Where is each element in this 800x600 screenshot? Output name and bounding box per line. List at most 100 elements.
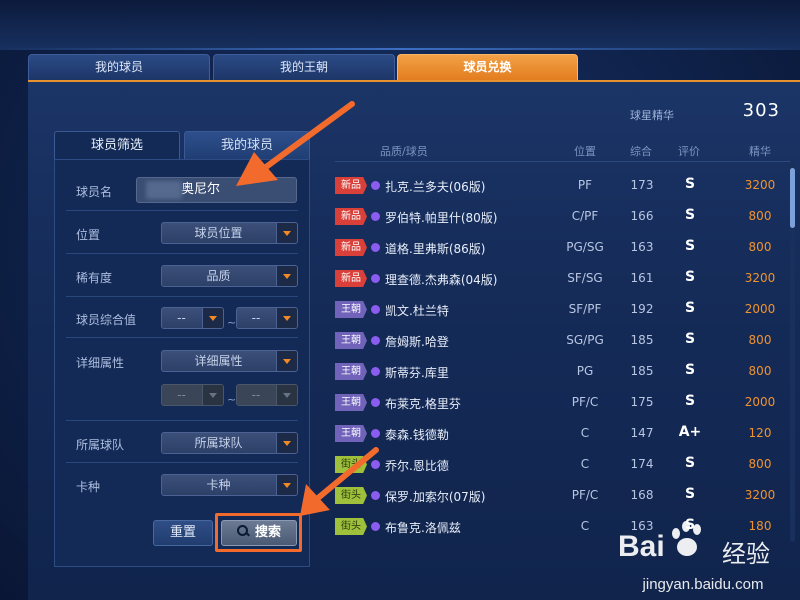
search-button[interactable]: 搜索 <box>221 520 297 546</box>
player-essence: 3200 <box>744 488 776 502</box>
player-position: PG/SG <box>566 240 604 254</box>
chevron-down-icon[interactable] <box>276 308 297 328</box>
player-grade: S <box>684 486 696 502</box>
detail-max-select[interactable]: -- <box>236 384 298 406</box>
rarity-badge: 新品 <box>335 208 367 225</box>
table-row[interactable]: 王朝 布莱克.格里芬 PF/C 175 S 2000 <box>335 387 790 418</box>
player-essence: 800 <box>748 457 772 471</box>
player-essence: 3200 <box>744 271 776 285</box>
rarity-badge: 新品 <box>335 239 367 256</box>
quality-dot-icon <box>371 429 380 438</box>
quality-dot-icon <box>371 181 380 190</box>
tab-my-players[interactable]: 我的球员 <box>28 54 210 80</box>
table-row[interactable]: 新品 理查德.杰弗森(04版) SF/SG 161 S 3200 <box>335 263 790 294</box>
player-overall: 174 <box>630 457 654 471</box>
player-grade: S <box>684 331 696 347</box>
chevron-down-icon[interactable] <box>276 351 297 371</box>
player-grade: S <box>684 207 696 223</box>
quality-dot-icon <box>371 243 380 252</box>
player-grade: A+ <box>678 424 702 440</box>
player-position: C <box>580 426 590 440</box>
detail-attr-label: 详细属性 <box>76 356 125 370</box>
quality-dot-icon <box>371 274 380 283</box>
table-row[interactable]: 街头 保罗.加索尔(07版) PF/C 168 S 3200 <box>335 480 790 511</box>
table-row[interactable]: 王朝 斯蒂芬.库里 PG 185 S 800 <box>335 356 790 387</box>
detail-min-value: -- <box>177 388 186 402</box>
essence-value: 303 <box>742 100 780 121</box>
paw-icon <box>668 518 708 562</box>
player-overall: 166 <box>630 209 654 223</box>
chevron-down-icon[interactable] <box>276 266 297 286</box>
card-type-select[interactable]: 卡种 <box>161 474 298 496</box>
chevron-down-icon[interactable] <box>276 433 297 453</box>
team-select[interactable]: 所属球队 <box>161 432 298 454</box>
overall-min-select[interactable]: -- <box>161 307 224 329</box>
chevron-down-icon[interactable] <box>202 308 223 328</box>
team-label: 所属球队 <box>76 438 125 452</box>
position-select[interactable]: 球员位置 <box>161 222 298 244</box>
quality-dot-icon <box>371 367 380 376</box>
quality-dot-icon <box>371 336 380 345</box>
player-grade: S <box>684 238 696 254</box>
player-position: C <box>580 457 590 471</box>
tab-player-filter[interactable]: 球员筛选 <box>54 131 180 159</box>
rarity-badge: 街头 <box>335 518 367 535</box>
player-essence: 2000 <box>744 395 776 409</box>
table-row[interactable]: 王朝 泰森.钱德勒 C 147 A+ 120 <box>335 418 790 449</box>
table-row[interactable]: 新品 扎克.兰多夫(06版) PF 173 S 3200 <box>335 170 790 201</box>
rarity-select[interactable]: 品质 <box>161 265 298 287</box>
table-row[interactable]: 新品 道格.里弗斯(86版) PG/SG 163 S 800 <box>335 232 790 263</box>
table-row[interactable]: 新品 罗伯特.帕里什(80版) C/PF 166 S 800 <box>335 201 790 232</box>
scrollbar-thumb[interactable] <box>790 168 795 228</box>
player-essence: 2000 <box>744 302 776 316</box>
watermark-url: jingyan.baidu.com <box>642 576 764 593</box>
chevron-down-icon[interactable] <box>276 223 297 243</box>
top-banner <box>0 0 800 50</box>
player-position: PF/C <box>571 395 599 409</box>
divider <box>66 296 298 297</box>
player-grade: S <box>684 393 696 409</box>
player-name: 保罗.加索尔(07版) <box>385 490 486 504</box>
detail-attr-select[interactable]: 详细属性 <box>161 350 298 372</box>
overall-max-select[interactable]: -- <box>236 307 298 329</box>
chevron-down-icon[interactable] <box>276 475 297 495</box>
player-overall: 161 <box>630 271 654 285</box>
player-grade: S <box>684 300 696 316</box>
essence-counter: 球星精华 303 <box>580 94 780 134</box>
player-position: PG <box>576 364 594 378</box>
divider <box>66 210 298 211</box>
tab-player-exchange[interactable]: 球员兑换 <box>397 54 578 80</box>
rarity-select-value: 品质 <box>206 269 231 283</box>
player-name: 凯文.杜兰特 <box>385 304 449 318</box>
table-row[interactable]: 王朝 詹姆斯.哈登 SG/PG 185 S 800 <box>335 325 790 356</box>
player-overall: 185 <box>630 364 654 378</box>
player-position: PF <box>577 178 593 192</box>
range-separator: ~ <box>227 393 237 406</box>
table-row[interactable]: 街头 乔尔.恩比德 C 174 S 800 <box>335 449 790 480</box>
player-essence: 800 <box>748 364 772 378</box>
player-essence: 800 <box>748 333 772 347</box>
search-icon <box>236 525 249 537</box>
rarity-badge: 街头 <box>335 487 367 504</box>
player-essence: 800 <box>748 240 772 254</box>
player-grade: S <box>684 455 696 471</box>
detail-max-value: -- <box>251 388 261 402</box>
baidu-watermark: Bai 经验 jingyan.baidu.com <box>608 520 798 600</box>
rarity-badge: 王朝 <box>335 301 367 318</box>
player-essence: 3200 <box>744 178 776 192</box>
player-grade: S <box>684 269 696 285</box>
position-label: 位置 <box>76 228 101 242</box>
table-row[interactable]: 王朝 凯文.杜兰特 SF/PF 192 S 2000 <box>335 294 790 325</box>
reset-button[interactable]: 重置 <box>153 520 213 546</box>
rarity-badge: 街头 <box>335 456 367 473</box>
detail-min-select[interactable]: -- <box>161 384 224 406</box>
main-tab-bar: 我的球员 我的王朝 球员兑换 <box>28 54 800 80</box>
player-position: SF/SG <box>567 271 603 285</box>
detail-attr-select-value: 详细属性 <box>194 354 243 368</box>
player-overall: 175 <box>630 395 654 409</box>
watermark-logo: Bai <box>618 530 665 563</box>
tab-my-dynasty[interactable]: 我的王朝 <box>213 54 395 80</box>
redacted-text <box>146 181 182 199</box>
rarity-badge: 王朝 <box>335 332 367 349</box>
tab-my-players-filter[interactable]: 我的球员 <box>184 131 310 159</box>
